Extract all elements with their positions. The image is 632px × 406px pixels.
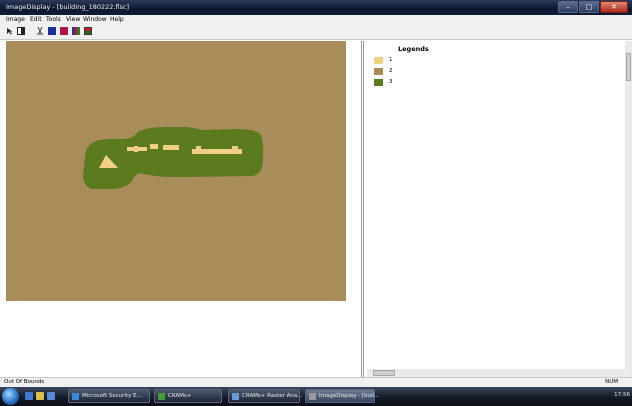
quicklaunch-ie-icon[interactable] — [25, 392, 33, 400]
minimize-button[interactable]: – — [558, 1, 578, 13]
legend-swatch-1 — [374, 57, 383, 64]
menu-help[interactable]: Help — [110, 16, 124, 23]
toolbar — [0, 25, 632, 40]
classified-image[interactable] — [6, 41, 346, 301]
cut-icon[interactable] — [36, 27, 44, 35]
start-button[interactable] — [2, 388, 19, 405]
stack-icon[interactable] — [84, 27, 92, 35]
window-title: ImageDisplay - [building_180222.flsc] — [6, 3, 130, 11]
scroll-thumb[interactable] — [626, 53, 631, 81]
quicklaunch-desktop-icon[interactable] — [47, 392, 55, 400]
security-icon — [72, 393, 79, 400]
legend-swatch-3 — [374, 79, 383, 86]
legend-title: Legends — [398, 45, 429, 53]
menu-tools[interactable]: Tools — [46, 16, 61, 23]
system-clock: 17:56 — [614, 392, 630, 398]
num-lock-indicator: NUM — [605, 379, 618, 385]
vertical-scrollbar[interactable] — [625, 41, 632, 377]
color-bars-icon[interactable] — [72, 27, 80, 35]
legend-pane: Legends 1 2 3 — [363, 41, 626, 377]
menu-window[interactable]: Window — [83, 16, 107, 23]
legend-label-3: 3 — [389, 79, 393, 85]
title-bar: ImageDisplay - [building_180222.flsc] – … — [0, 0, 632, 15]
scroll-thumb[interactable] — [373, 370, 395, 376]
select-icon[interactable] — [17, 27, 25, 35]
raster-icon — [232, 393, 239, 400]
color-square-red-icon[interactable] — [60, 27, 68, 35]
menu-bar: Image Edit Tools View Window Help — [0, 15, 632, 25]
taskbar-item-imagedisplay[interactable]: ImageDisplay - [buil... — [305, 389, 379, 403]
legend-label-2: 2 — [389, 68, 393, 74]
window-controls: – □ ✕ — [558, 1, 628, 13]
taskbar-item-security[interactable]: Microsoft Security E... — [68, 389, 150, 403]
legend-label-1: 1 — [389, 57, 393, 63]
image-pane[interactable] — [6, 41, 362, 377]
menu-image[interactable]: Image — [6, 16, 25, 23]
menu-edit[interactable]: Edit — [30, 16, 42, 23]
status-text: Out Of Bounds — [4, 379, 45, 385]
quicklaunch-folder-icon[interactable] — [36, 392, 44, 400]
maximize-button[interactable]: □ — [579, 1, 599, 13]
taskbar-item-crams[interactable]: CRAMs+ — [154, 389, 222, 403]
close-button[interactable]: ✕ — [600, 1, 628, 13]
crams-icon — [158, 393, 165, 400]
imagedisplay-icon — [309, 393, 316, 400]
pointer-icon[interactable] — [6, 27, 14, 35]
horizontal-scrollbar[interactable] — [367, 369, 625, 377]
menu-view[interactable]: View — [66, 16, 80, 23]
legend-swatch-2 — [374, 68, 383, 75]
taskbar-item-raster[interactable]: CRAMs+ Raster Ana... — [228, 389, 303, 403]
taskbar: Microsoft Security E... CRAMs+ CRAMs+ Ra… — [0, 387, 632, 406]
color-square-blue-icon[interactable] — [48, 27, 56, 35]
